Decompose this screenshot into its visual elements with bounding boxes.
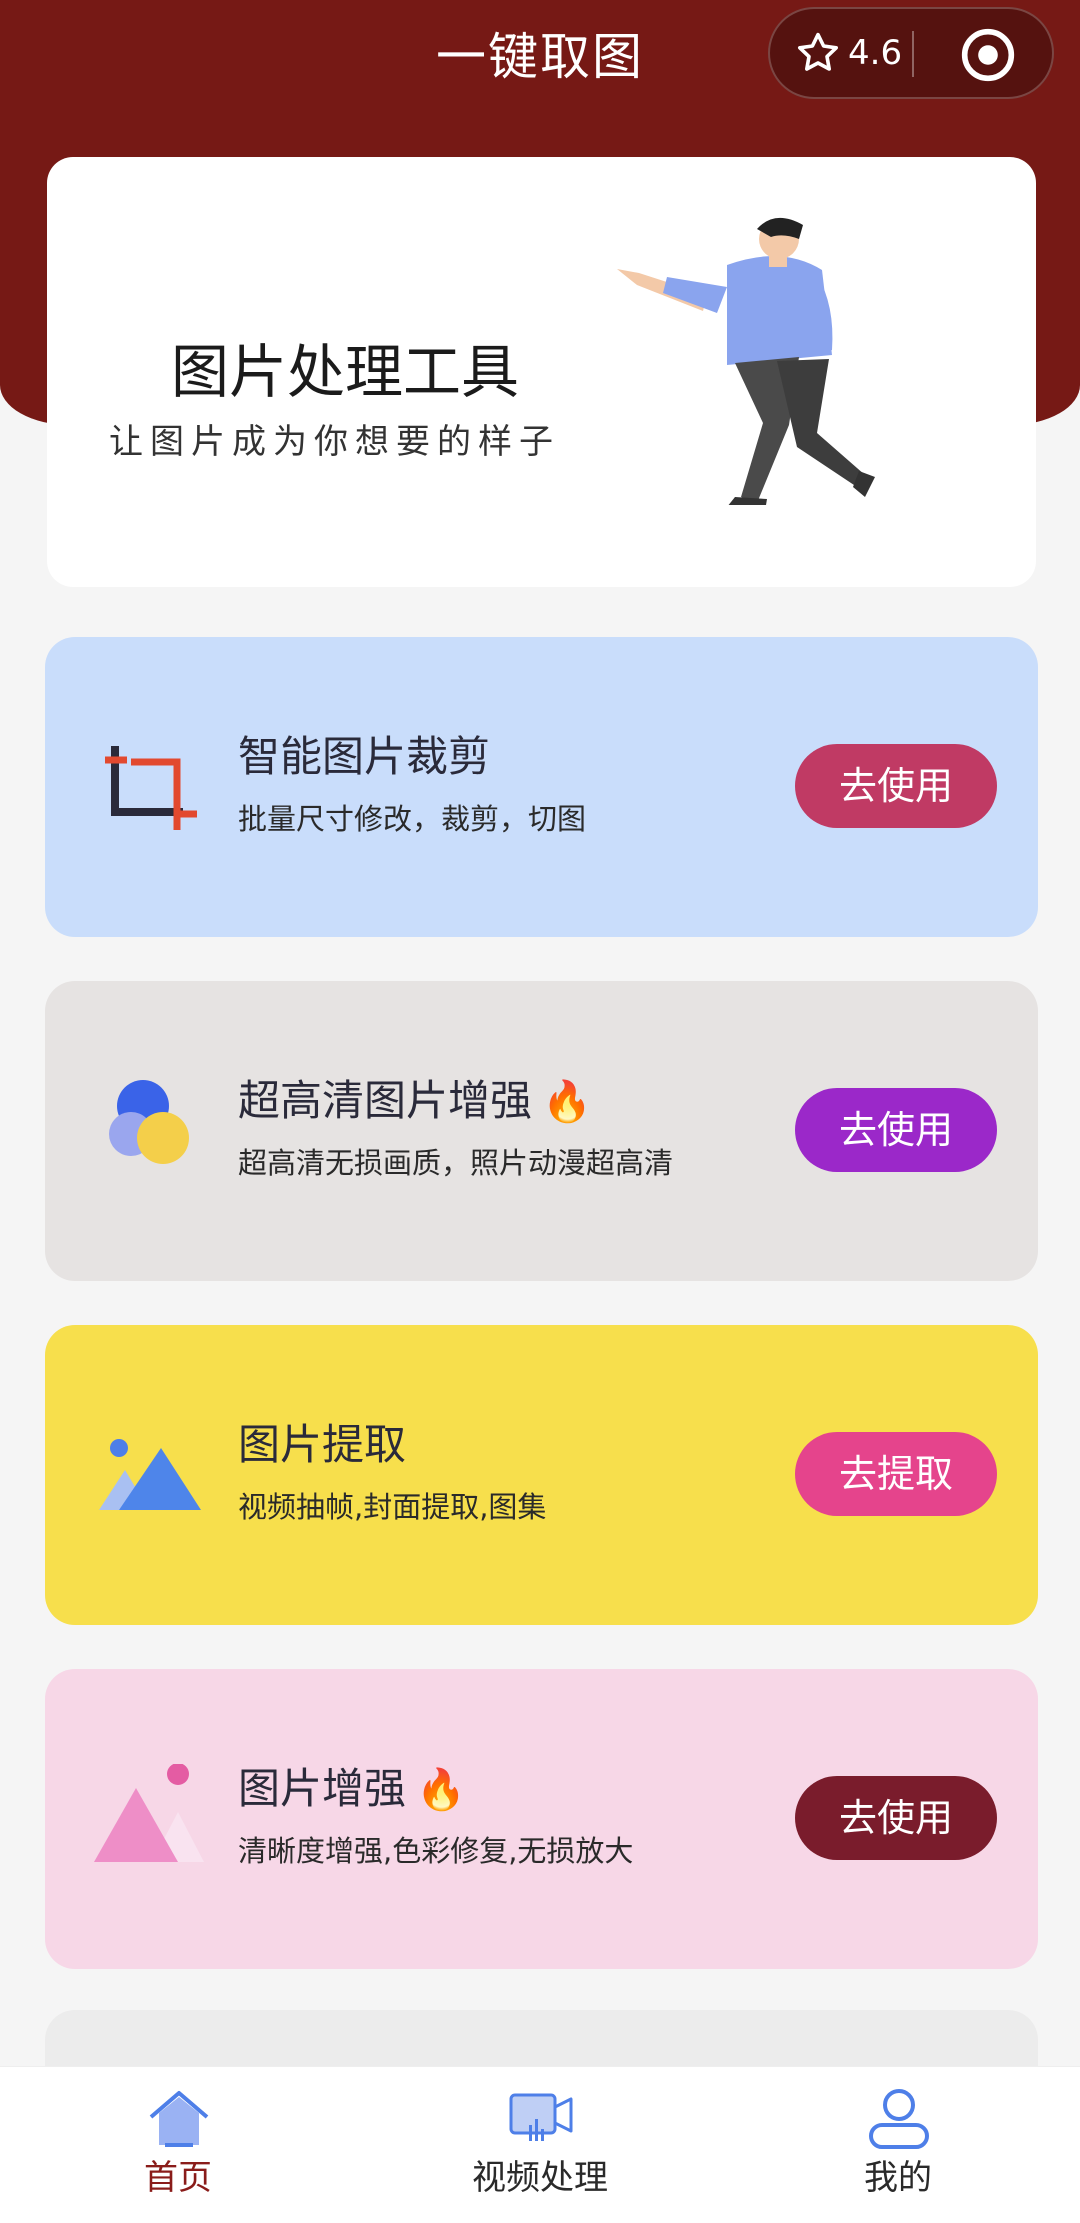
circles-icon	[109, 1080, 189, 1164]
feature-card-extract[interactable]: 图片提取 视频抽帧,封面提取,图集 去提取	[45, 1325, 1038, 1625]
card-title: 智能图片裁剪	[238, 732, 491, 781]
tab-video[interactable]: 视频处理	[410, 2067, 670, 2223]
banner-title: 图片处理工具	[171, 338, 520, 406]
feature-card-hd-enhance[interactable]: 超高清图片增强 🔥 超高清无损画质，照片动漫超高清 去使用	[45, 981, 1038, 1281]
video-icon	[509, 2093, 573, 2141]
rating-value: 4.6	[848, 33, 903, 73]
tab-home[interactable]: 首页	[48, 2067, 308, 2223]
flame-icon: 🔥	[416, 1767, 466, 1813]
crop-icon	[105, 746, 197, 830]
card-description: 超高清无损画质，照片动漫超高清	[238, 1146, 674, 1180]
card-description: 批量尺寸修改，裁剪，切图	[238, 802, 587, 836]
mini-program-capsule[interactable]: 4.6	[768, 7, 1054, 99]
star-icon[interactable]	[794, 29, 842, 77]
use-button-crop[interactable]: 去使用	[795, 744, 997, 828]
card-description: 视频抽帧,封面提取,图集	[238, 1490, 547, 1524]
tab-label: 视频处理	[472, 2158, 608, 2198]
flame-icon: 🔥	[542, 1079, 592, 1125]
image-mountain-icon	[99, 1439, 201, 1510]
home-icon	[149, 2091, 209, 2147]
capsule-divider	[912, 31, 914, 77]
bottom-tab-bar: 首页 视频处理 我的	[0, 2066, 1080, 2223]
tab-label: 我的	[864, 2158, 932, 2198]
close-target-icon[interactable]	[960, 27, 1016, 83]
card-description: 清晰度增强,色彩修复,无损放大	[238, 1834, 634, 1868]
card-title: 图片提取	[238, 1420, 407, 1469]
feature-card-image-enhance[interactable]: 图片增强 🔥 清晰度增强,色彩修复,无损放大 去使用	[45, 1669, 1038, 1969]
user-icon	[869, 2089, 929, 2149]
person-illustration-icon	[617, 217, 875, 505]
banner-card: 图片处理工具 让图片成为你想要的样子	[47, 157, 1036, 587]
extract-button[interactable]: 去提取	[795, 1432, 997, 1516]
pink-mountain-icon	[94, 1764, 204, 1862]
card-title-text: 图片增强	[238, 1764, 407, 1813]
tab-mine[interactable]: 我的	[768, 2067, 1028, 2223]
card-title-text: 超高清图片增强	[238, 1076, 533, 1125]
tab-label: 首页	[144, 2158, 212, 2198]
use-button-image-enhance[interactable]: 去使用	[795, 1776, 997, 1860]
card-title: 超高清图片增强 🔥	[238, 1073, 592, 1130]
use-button-hd-enhance[interactable]: 去使用	[795, 1088, 997, 1172]
feature-card-crop[interactable]: 智能图片裁剪 批量尺寸修改，裁剪，切图 去使用	[45, 637, 1038, 937]
banner-subtitle: 让图片成为你想要的样子	[109, 422, 560, 462]
card-title: 图片增强 🔥	[238, 1761, 466, 1818]
